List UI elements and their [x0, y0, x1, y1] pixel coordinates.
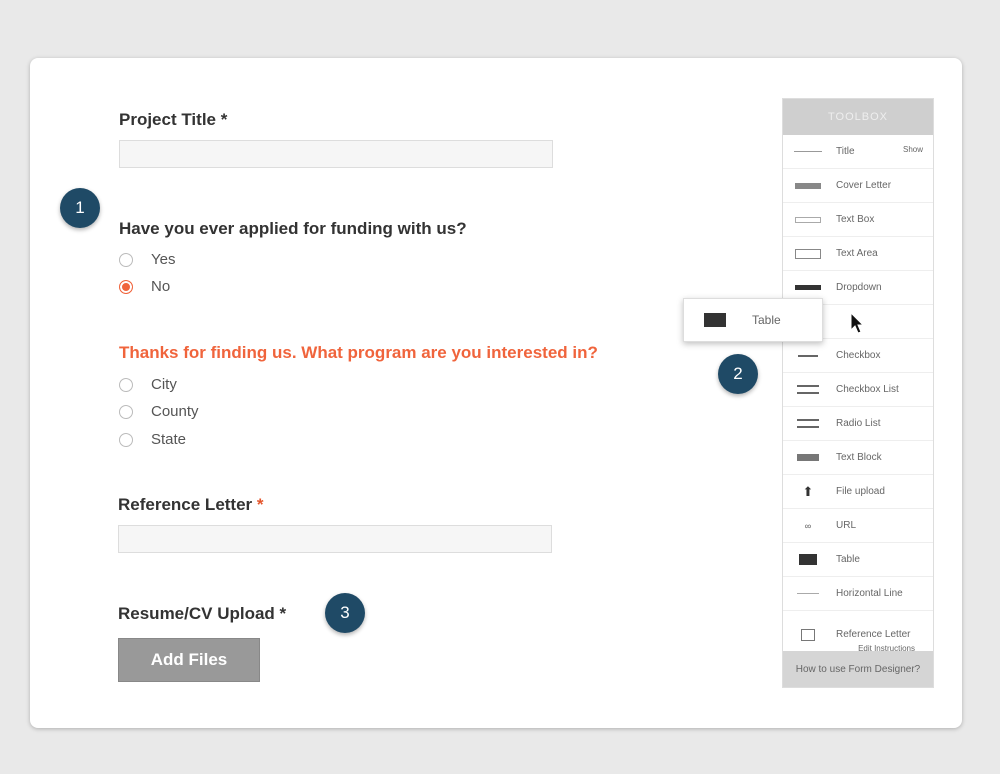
radio-circle: [119, 252, 133, 267]
radio-list-icon: [794, 419, 822, 428]
toolbox-item-label: Text Box: [836, 214, 875, 225]
text-area-icon: [794, 248, 822, 259]
toolbox-item-file-upload[interactable]: ⬆ File upload: [783, 475, 933, 509]
reference-letter-input[interactable]: [118, 525, 552, 553]
toolbox-item-label: Title: [836, 146, 855, 157]
horizontal-line-icon: [794, 593, 822, 594]
radio-label: City: [151, 376, 177, 393]
toolbox-item-label: Checkbox: [836, 350, 881, 361]
radio-city[interactable]: City: [119, 376, 177, 393]
funding-question-label: Have you ever applied for funding with u…: [119, 219, 467, 238]
toolbox-item-radio-list[interactable]: Radio List: [783, 407, 933, 441]
toolbox-item-label: Checkbox List: [836, 384, 899, 395]
resume-upload-label: Resume/CV Upload *: [118, 604, 287, 623]
toolbox-item-label: Cover Letter: [836, 180, 892, 191]
radio-label: State: [151, 431, 187, 448]
toolbox-item-text-area[interactable]: Text Area: [783, 237, 933, 271]
dragged-table-item[interactable]: Table: [683, 298, 823, 342]
project-title-label: Project Title *: [119, 110, 228, 129]
add-files-button[interactable]: Add Files: [118, 638, 260, 682]
title-line-icon: [794, 151, 822, 152]
reference-letter-label: Reference Letter *: [118, 495, 264, 514]
link-icon: ∞: [804, 520, 812, 531]
toolbox-item-label: Horizontal Line: [836, 588, 903, 599]
toolbox-item-text-block[interactable]: Text Block: [783, 441, 933, 475]
program-question-label: Thanks for finding us. What program are …: [119, 343, 598, 362]
toolbox-item-text-box[interactable]: Text Box: [783, 203, 933, 237]
toolbox-item-checkbox-list[interactable]: Checkbox List: [783, 373, 933, 407]
upload-icon: ⬆: [802, 483, 814, 499]
table-icon: [794, 554, 822, 565]
text-box-icon: [794, 216, 822, 223]
radio-circle: [119, 377, 133, 392]
toolbox-panel: TOOLBOX Title Cover Letter Text Box Text Ar…: [782, 98, 934, 688]
dropdown-icon: [794, 285, 822, 290]
radio-county[interactable]: County: [119, 403, 199, 420]
dragged-item-label: Table: [752, 313, 781, 327]
toolbox-item-table[interactable]: Table: [783, 543, 933, 577]
checkbox-list-icon: [794, 385, 822, 394]
toolbox-item-horizontal-line[interactable]: Horizontal Line: [783, 577, 933, 611]
text-block-icon: [794, 454, 822, 461]
project-title-input[interactable]: [119, 140, 553, 168]
radio-no[interactable]: No: [119, 278, 170, 295]
toolbox-item-label: Dropdown: [836, 282, 882, 293]
toolbox-item-label: Radio List: [836, 418, 881, 429]
mouse-cursor-icon: [850, 312, 865, 334]
step-badge-3: 3: [325, 593, 365, 633]
toolbox-item-label: Reference Letter: [836, 629, 911, 640]
reference-letter-icon: [794, 628, 822, 641]
checkbox-icon: [794, 354, 822, 357]
toolbox-item-label: Text Block: [836, 452, 882, 463]
toolbox-item-label: File upload: [836, 486, 885, 497]
radio-circle-selected: [119, 279, 133, 294]
toolbox-item-label: Text Area: [836, 248, 878, 259]
radio-label: County: [151, 403, 199, 420]
toolbox-item-url[interactable]: ∞ URL: [783, 509, 933, 543]
step-badge-1: 1: [60, 188, 100, 228]
toolbox-header: TOOLBOX: [783, 99, 933, 135]
cover-letter-icon: [794, 182, 822, 189]
step-badge-2: 2: [718, 354, 758, 394]
radio-yes[interactable]: Yes: [119, 251, 175, 268]
radio-circle: [119, 404, 133, 419]
radio-label: Yes: [151, 251, 176, 268]
radio-label: No: [151, 278, 171, 295]
toolbox-item-label: Table: [836, 554, 860, 565]
table-icon: [704, 313, 726, 327]
toolbox-item-label: URL: [836, 520, 857, 531]
toolbox-item-checkbox[interactable]: Checkbox: [783, 339, 933, 373]
radio-state[interactable]: State: [119, 431, 186, 448]
show-toggle[interactable]: Show: [903, 145, 923, 154]
help-link[interactable]: How to use Form Designer?: [783, 651, 933, 687]
radio-circle: [119, 432, 133, 447]
toolbox-item-cover-letter[interactable]: Cover Letter: [783, 169, 933, 203]
